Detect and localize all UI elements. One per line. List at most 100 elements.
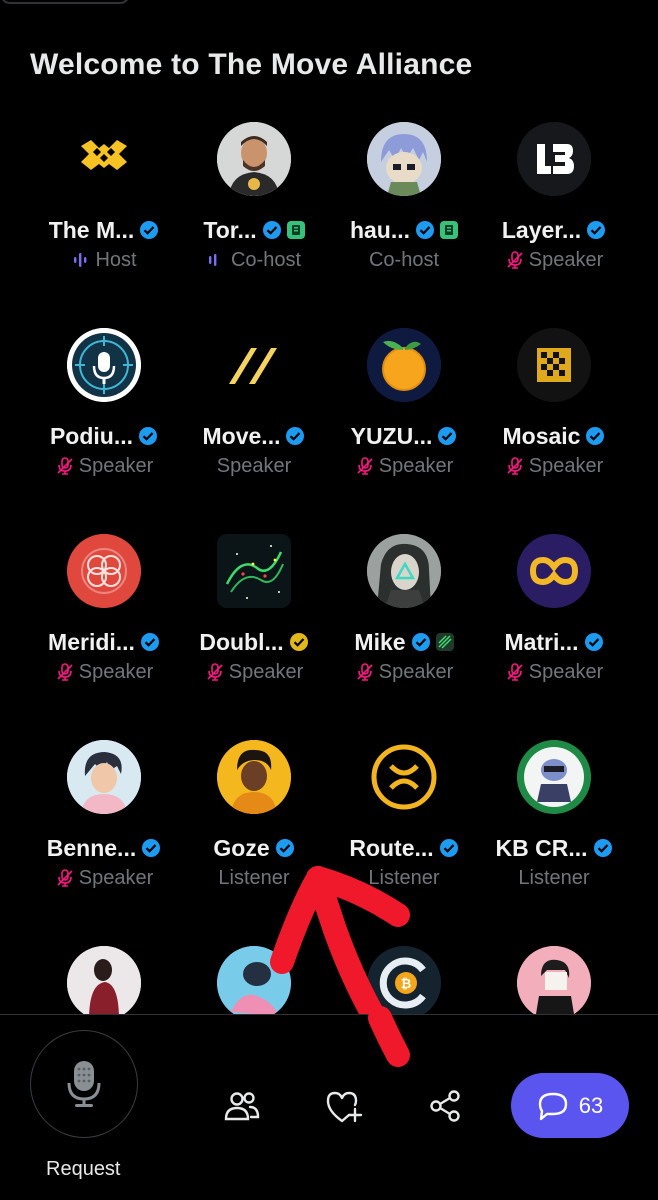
participant-role: Co-host <box>230 248 302 271</box>
chat-bubble-icon <box>538 1092 567 1120</box>
verified-icon <box>286 427 305 445</box>
participant-card[interactable]: Mosaic Speaker <box>479 328 629 534</box>
mic-muted-icon <box>207 663 223 681</box>
participant-name: Mike <box>354 628 406 655</box>
participant-card[interactable]: Goze Listener <box>179 740 329 946</box>
verified-icon <box>262 221 281 239</box>
share-button[interactable] <box>425 1086 465 1126</box>
speaking-wave-icon <box>208 254 217 266</box>
avatar[interactable] <box>67 122 141 196</box>
participant-role: Speaker <box>78 454 154 477</box>
share-icon <box>430 1090 460 1122</box>
participant-role: Speaker <box>378 454 454 477</box>
verified-icon <box>416 221 435 239</box>
participant-card[interactable]: YUZU... Speaker <box>329 328 479 534</box>
participant-role: Speaker <box>378 660 454 683</box>
avatar[interactable] <box>217 740 291 814</box>
participant-card[interactable]: Benne... Speaker <box>29 740 179 946</box>
participant-card[interactable]: Route... Listener <box>329 740 479 946</box>
favorite-add-button[interactable] <box>324 1086 364 1126</box>
heart-plus-icon <box>326 1091 363 1123</box>
participant-card[interactable]: Tor... Co-host <box>179 122 329 328</box>
participant-role: Host <box>95 248 137 271</box>
avatar[interactable]: ₿ <box>367 946 441 1020</box>
people-button[interactable] <box>222 1086 262 1126</box>
avatar[interactable] <box>67 740 141 814</box>
participant-name: YUZU... <box>350 422 433 449</box>
avatar[interactable] <box>517 122 591 196</box>
avatar[interactable] <box>517 740 591 814</box>
participant-role: Co-host <box>368 248 440 271</box>
request-label: Request <box>46 1158 121 1180</box>
mic-muted-icon <box>57 457 73 475</box>
avatar[interactable] <box>367 328 441 402</box>
participant-name: Tor... <box>203 216 257 243</box>
affiliate-badge-icon <box>286 221 305 239</box>
participant-name: KB CR... <box>495 834 588 861</box>
participant-name: Podiu... <box>49 422 134 449</box>
avatar[interactable] <box>517 946 591 1020</box>
svg-text:₿: ₿ <box>401 977 412 992</box>
mic-muted-icon <box>357 457 373 475</box>
participant-role: Speaker <box>78 866 154 889</box>
participant-name: Doubl... <box>199 628 284 655</box>
verified-icon <box>584 633 603 651</box>
participant-card[interactable]: Podiu... Speaker <box>29 328 179 534</box>
participant-card[interactable]: Meridi... Speaker <box>29 534 179 740</box>
verified-icon <box>140 633 159 651</box>
verified-gold-icon <box>289 633 308 651</box>
participant-name: Benne... <box>46 834 137 861</box>
participant-role: Speaker <box>78 660 154 683</box>
mic-muted-icon <box>507 663 523 681</box>
participant-name: Layer... <box>501 216 582 243</box>
verified-icon <box>593 839 612 857</box>
participant-name: Meridi... <box>48 628 135 655</box>
verified-icon <box>140 221 159 239</box>
verified-icon <box>587 221 606 239</box>
avatar[interactable] <box>517 328 591 402</box>
participant-role: Speaker <box>228 660 304 683</box>
avatar[interactable] <box>67 946 141 1020</box>
avatar[interactable] <box>217 946 291 1020</box>
avatar[interactable] <box>217 122 291 196</box>
verified-icon <box>586 427 605 445</box>
participant-name: Matri... <box>504 628 579 655</box>
participant-card[interactable]: Matri... Speaker <box>479 534 629 740</box>
chat-count: 63 <box>578 1092 604 1118</box>
participant-role: Speaker <box>528 248 604 271</box>
participant-role: Speaker <box>528 660 604 683</box>
participant-role: Listener <box>218 866 290 889</box>
mic-muted-icon <box>57 869 73 887</box>
top-bar-edge <box>0 0 130 4</box>
verified-icon <box>439 839 458 857</box>
avatar[interactable] <box>217 328 291 402</box>
avatar[interactable] <box>367 122 441 196</box>
participants-grid: The M... Host Tor... Co-host hau... Co-h… <box>29 122 629 1152</box>
mic-muted-icon <box>507 251 523 269</box>
avatar[interactable] <box>517 534 591 608</box>
microphone-icon <box>67 1061 101 1107</box>
verified-icon <box>275 839 294 857</box>
participant-role: Speaker <box>528 454 604 477</box>
participant-card[interactable]: Layer... Speaker <box>479 122 629 328</box>
participant-card[interactable]: The M... Host <box>29 122 179 328</box>
participant-card[interactable]: Mike Speaker <box>329 534 479 740</box>
chat-button[interactable]: 63 <box>511 1073 629 1138</box>
participant-card[interactable]: KB CR... Listener <box>479 740 629 946</box>
avatar[interactable] <box>67 328 141 402</box>
participant-role: Speaker <box>216 454 292 477</box>
request-mic-button[interactable] <box>30 1030 138 1138</box>
avatar[interactable] <box>367 740 441 814</box>
affiliate-badge-icon <box>435 633 454 651</box>
avatar[interactable] <box>217 534 291 608</box>
participant-name: Route... <box>349 834 434 861</box>
mic-muted-icon <box>57 663 73 681</box>
participant-name: Goze <box>213 834 270 861</box>
people-icon <box>224 1092 260 1121</box>
participant-card[interactable]: Doubl... Speaker <box>179 534 329 740</box>
space-title: Welcome to The Move Alliance <box>30 48 473 81</box>
avatar[interactable] <box>67 534 141 608</box>
avatar[interactable] <box>367 534 441 608</box>
participant-card[interactable]: hau... Co-host <box>329 122 479 328</box>
participant-card[interactable]: Move... Speaker <box>179 328 329 534</box>
